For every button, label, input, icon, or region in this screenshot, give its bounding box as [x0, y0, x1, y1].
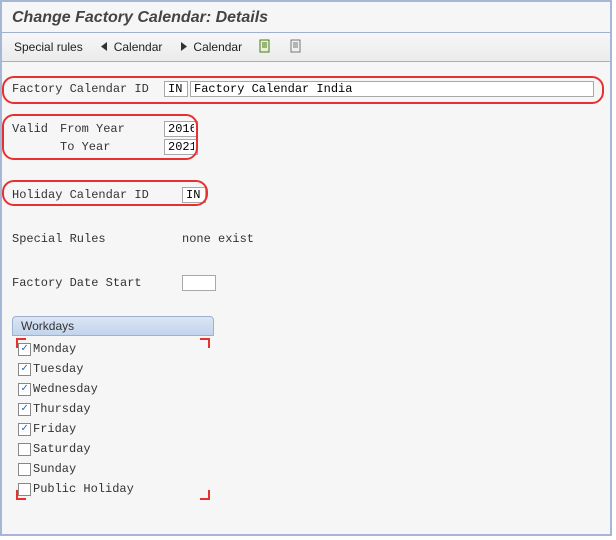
holiday-calendar-id-input[interactable] — [182, 187, 206, 203]
factory-calendar-id-code[interactable] — [164, 81, 188, 97]
workday-checkbox[interactable] — [18, 363, 31, 376]
document-list-icon — [289, 39, 304, 54]
toolbar-icon-2[interactable] — [287, 37, 306, 56]
factory-date-start-label: Factory Date Start — [12, 276, 182, 290]
factory-date-start-input[interactable] — [182, 275, 216, 291]
workdays-title: Workdays — [12, 316, 214, 336]
special-rules-row: Special Rules none exist — [12, 230, 600, 248]
workday-row: Wednesday — [18, 380, 208, 398]
to-year-input[interactable] — [164, 139, 198, 155]
factory-calendar-id-row: Factory Calendar ID — [12, 80, 600, 98]
chevron-left-icon — [99, 41, 110, 52]
workday-label: Monday — [33, 342, 76, 356]
to-year-label: To Year — [60, 140, 164, 154]
prev-calendar-button[interactable]: Calendar — [97, 38, 165, 56]
workday-row: Thursday — [18, 400, 208, 418]
valid-to-row: To Year — [12, 138, 600, 156]
toolbar: Special rules Calendar Calendar — [2, 33, 610, 61]
workday-row: Tuesday — [18, 360, 208, 378]
workday-checkbox[interactable] — [18, 383, 31, 396]
special-rules-button[interactable]: Special rules — [12, 38, 85, 56]
document-icon — [258, 39, 273, 54]
workday-label: Thursday — [33, 402, 91, 416]
chevron-right-icon — [178, 41, 189, 52]
workday-row: Monday — [18, 340, 208, 358]
factory-calendar-id-desc[interactable] — [190, 81, 594, 97]
holiday-calendar-id-row: Holiday Calendar ID — [12, 186, 600, 204]
from-year-input[interactable] — [164, 121, 198, 137]
workday-checkbox[interactable] — [18, 403, 31, 416]
special-rules-label: Special Rules — [12, 232, 182, 246]
factory-calendar-id-label: Factory Calendar ID — [12, 82, 164, 96]
workday-checkbox[interactable] — [18, 423, 31, 436]
next-calendar-button[interactable]: Calendar — [176, 38, 244, 56]
workday-label: Tuesday — [33, 362, 83, 376]
workday-checkbox[interactable] — [18, 443, 31, 456]
workday-row: Sunday — [18, 460, 208, 478]
workday-label: Wednesday — [33, 382, 98, 396]
from-year-label: From Year — [60, 122, 164, 136]
holiday-calendar-id-label: Holiday Calendar ID — [12, 188, 182, 202]
workday-label: Sunday — [33, 462, 76, 476]
workday-row: Public Holiday — [18, 480, 208, 498]
factory-date-start-row: Factory Date Start — [12, 274, 600, 292]
workday-label: Public Holiday — [33, 482, 134, 496]
workday-checkbox[interactable] — [18, 463, 31, 476]
toolbar-icon-1[interactable] — [256, 37, 275, 56]
workday-row: Friday — [18, 420, 208, 438]
valid-label: Valid — [12, 122, 60, 136]
workday-label: Saturday — [33, 442, 91, 456]
workday-row: Saturday — [18, 440, 208, 458]
valid-from-row: Valid From Year — [12, 120, 600, 138]
workdays-group: Workdays Monday Tuesday Wednesday Thursday F… — [12, 316, 214, 502]
special-rules-value: none exist — [182, 232, 254, 246]
workday-label: Friday — [33, 422, 76, 436]
page-title: Change Factory Calendar: Details — [12, 9, 268, 26]
